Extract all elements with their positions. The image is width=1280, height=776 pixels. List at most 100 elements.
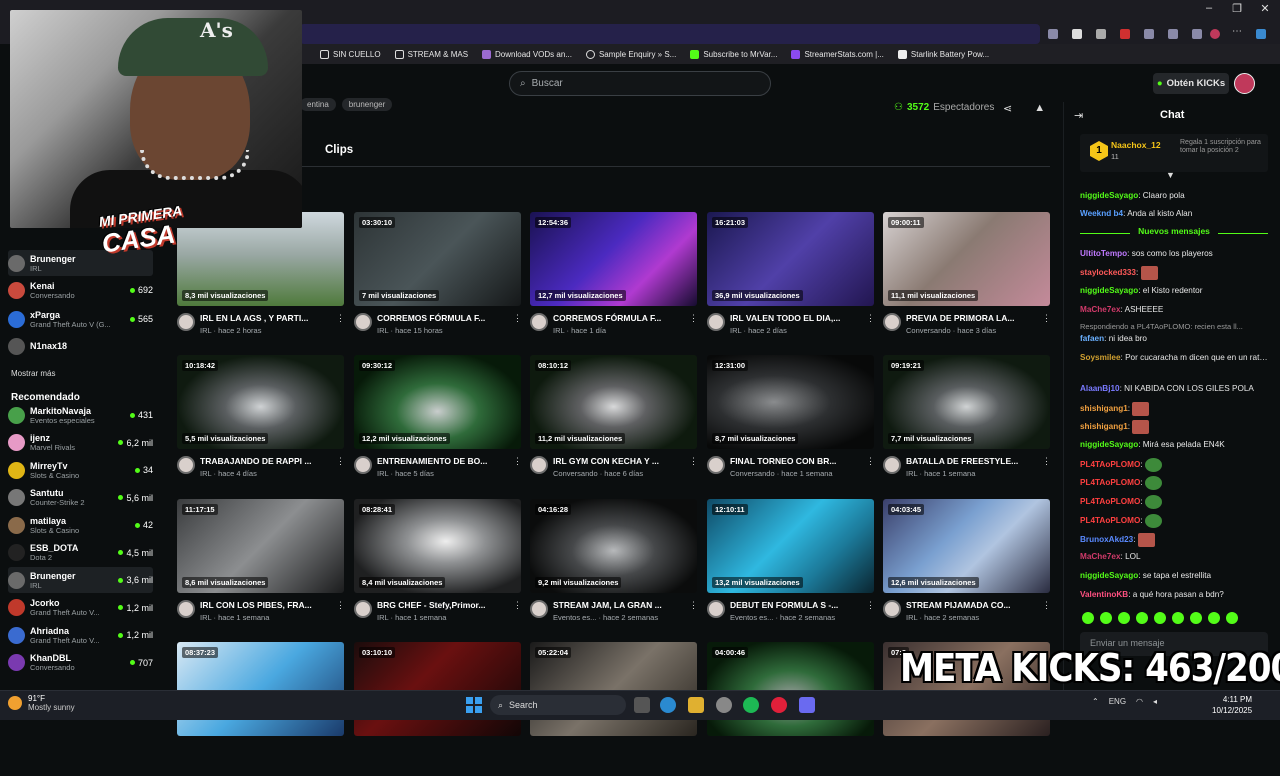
- clip-card[interactable]: 04:16:28 9,2 mil visualizaciones STREAM JA…: [530, 499, 698, 633]
- clip-title[interactable]: BRG CHEF - Stefy,Primor...: [377, 600, 508, 610]
- chat-emote-icon[interactable]: [1140, 266, 1158, 280]
- expand-chevron-icon[interactable]: ▼: [1166, 170, 1175, 180]
- clip-card[interactable]: 8,3 mil visualizaciones IRL EN LA AGS , Y…: [177, 212, 345, 346]
- emote-icon[interactable]: [1190, 612, 1202, 624]
- clip-category[interactable]: IRL: [377, 613, 388, 622]
- clip-thumbnail[interactable]: 09:19:21 7,7 mil visualizaciones: [883, 355, 1050, 449]
- clip-thumbnail[interactable]: 05:22:04: [530, 642, 697, 736]
- share-icon[interactable]: ⋖: [1003, 102, 1012, 115]
- chat-username[interactable]: niggideSayago: [1080, 571, 1138, 580]
- clip-category[interactable]: Conversando: [906, 326, 951, 335]
- clip-title[interactable]: CORREMOS FÓRMULA F...: [377, 313, 508, 323]
- more-options-icon[interactable]: ⋮: [513, 600, 522, 622]
- extension-icon[interactable]: [1144, 29, 1154, 39]
- more-options-icon[interactable]: ⋮: [866, 313, 875, 335]
- profile-avatar-icon[interactable]: [1210, 29, 1220, 39]
- clip-category[interactable]: IRL: [730, 326, 741, 335]
- sidebar-channel[interactable]: KhanDBL Conversando 707: [8, 650, 153, 676]
- clip-thumbnail[interactable]: 04:16:28 9,2 mil visualizaciones: [530, 499, 697, 593]
- clip-card[interactable]: 12:31:00 8,7 mil visualizaciones FINAL TOR…: [707, 355, 875, 489]
- clip-category[interactable]: IRL: [377, 469, 388, 478]
- clip-card[interactable]: 16:21:03 36,9 mil visualizaciones IRL VALE…: [707, 212, 875, 346]
- clip-card[interactable]: 12:10:11 13,2 mil visualizaciones DEBUT EN…: [707, 499, 875, 633]
- chat-username[interactable]: staylocked333: [1080, 268, 1136, 277]
- clip-thumbnail[interactable]: 12:54:36 12,7 mil visualizaciones: [530, 212, 697, 306]
- chat-username[interactable]: ValentinoKB: [1080, 590, 1128, 599]
- clip-category[interactable]: Eventos es...: [730, 613, 773, 622]
- clip-title[interactable]: IRL VALEN TODO EL DIA,...: [730, 313, 861, 323]
- sidebar-channel[interactable]: ijenz Marvel Rivals 6,2 mil: [8, 430, 153, 456]
- clip-card[interactable]: 10:18:42 5,5 mil visualizaciones TRABAJAND…: [177, 355, 345, 489]
- chat-emote-icon[interactable]: [1144, 458, 1162, 472]
- more-options-icon[interactable]: ⋮: [513, 456, 522, 478]
- clip-thumbnail[interactable]: 08:28:41 8,4 mil visualizaciones: [354, 499, 521, 593]
- bookmark-item[interactable]: SIN CUELLO: [320, 49, 381, 59]
- chevron-up-icon[interactable]: ⌃: [1092, 697, 1099, 706]
- more-options-icon[interactable]: ⋮: [689, 456, 698, 478]
- clip-thumbnail[interactable]: 11:17:15 8,6 mil visualizaciones: [177, 499, 344, 593]
- wifi-icon[interactable]: ◠: [1136, 697, 1143, 706]
- clip-thumbnail[interactable]: 09:30:12 12,2 mil visualizaciones: [354, 355, 521, 449]
- sidebar-channel[interactable]: Santutu Counter-Strike 2 5,6 mil: [8, 485, 153, 511]
- edge-icon[interactable]: [660, 697, 676, 713]
- creator-avatar[interactable]: [530, 313, 548, 331]
- copilot-icon[interactable]: [1256, 29, 1266, 39]
- emote-icon[interactable]: [1082, 612, 1094, 624]
- chat-emote-icon[interactable]: [1137, 533, 1155, 547]
- sidebar-channel[interactable]: ESB_DOTA Dota 2 4,5 mil: [8, 540, 153, 566]
- file-explorer-icon[interactable]: [688, 697, 704, 713]
- chat-username[interactable]: PL4TAoPLOMO: [1080, 460, 1140, 469]
- obs-icon[interactable]: [716, 697, 732, 713]
- emote-icon[interactable]: [1136, 612, 1148, 624]
- clip-thumbnail[interactable]: 04:03:45 12,6 mil visualizaciones: [883, 499, 1050, 593]
- more-options-icon[interactable]: ⋮: [1042, 313, 1051, 335]
- creator-avatar[interactable]: [530, 456, 548, 474]
- creator-avatar[interactable]: [883, 456, 901, 474]
- clip-card[interactable]: 03:30:10 7 mil visualizaciones CORREMOS FÓ…: [354, 212, 522, 346]
- bookmark-item[interactable]: STREAM & MAS: [394, 49, 468, 59]
- chat-emote-icon[interactable]: [1144, 476, 1162, 490]
- creator-avatar[interactable]: [354, 600, 372, 618]
- emote-icon[interactable]: [1100, 612, 1112, 624]
- chat-username[interactable]: Soysmilee: [1080, 353, 1121, 362]
- extension-icon[interactable]: [1168, 29, 1178, 39]
- extension-icon[interactable]: [1096, 29, 1106, 39]
- new-messages-divider[interactable]: Nuevos mensajes: [1080, 226, 1268, 240]
- clip-card[interactable]: 09:30:12 12,2 mil visualizaciones ENTRENAM…: [354, 355, 522, 489]
- start-button[interactable]: [466, 697, 482, 713]
- clip-thumbnail[interactable]: 16:21:03 36,9 mil visualizaciones: [707, 212, 874, 306]
- more-options-icon[interactable]: ⋮: [866, 456, 875, 478]
- clip-title[interactable]: BATALLA DE FREESTYLE...: [906, 456, 1037, 466]
- minimize-button[interactable]: –: [1198, 2, 1220, 14]
- sidebar-channel[interactable]: N1nax18: [8, 333, 153, 359]
- clip-title[interactable]: IRL EN LA AGS , Y PARTI...: [200, 313, 331, 323]
- clip-title[interactable]: PREVIA DE PRIMORA LA...: [906, 313, 1037, 323]
- clip-category[interactable]: IRL: [200, 326, 211, 335]
- chat-emote-icon[interactable]: [1144, 495, 1162, 509]
- creator-avatar[interactable]: [707, 456, 725, 474]
- clip-card[interactable]: 09:00:11 11,1 mil visualizaciones PREVIA D…: [883, 212, 1051, 346]
- more-options-icon[interactable]: ⋮: [866, 600, 875, 622]
- bookmark-item[interactable]: StreamerStats.com |...: [791, 49, 884, 59]
- clip-thumbnail[interactable]: 10:18:42 5,5 mil visualizaciones: [177, 355, 344, 449]
- extension-icon[interactable]: [1120, 29, 1130, 39]
- sidebar-channel[interactable]: Ahriadna Grand Theft Auto V... 1,2 mil: [8, 622, 153, 648]
- chat-username[interactable]: PL4TAoPLOMO: [1080, 516, 1140, 525]
- browser-menu-icon[interactable]: ⋯: [1232, 26, 1242, 37]
- emote-icon[interactable]: [1208, 612, 1220, 624]
- clip-title[interactable]: IRL GYM CON KECHA Y ...: [553, 456, 684, 466]
- chat-username[interactable]: niggideSayago: [1080, 191, 1138, 200]
- app-icon[interactable]: [771, 697, 787, 713]
- chat-username[interactable]: shishigang1: [1080, 422, 1128, 431]
- clip-title[interactable]: ENTRENAMIENTO DE BO...: [377, 456, 508, 466]
- chat-username[interactable]: niggideSayago: [1080, 440, 1138, 449]
- subscriber-leaderboard[interactable]: 1 Naachox_12 11 Regala 1 suscripción par…: [1080, 134, 1268, 172]
- get-kicks-button[interactable]: ● Obtén KICKs: [1153, 73, 1229, 94]
- chat-emote-icon[interactable]: [1144, 514, 1162, 528]
- clip-card[interactable]: 08:10:12 11,2 mil visualizaciones IRL GYM …: [530, 355, 698, 489]
- clip-category[interactable]: IRL: [553, 326, 564, 335]
- more-options-icon[interactable]: ⋮: [1042, 600, 1051, 622]
- favorites-icon[interactable]: [1192, 29, 1202, 39]
- user-avatar[interactable]: [1234, 73, 1255, 94]
- clip-card[interactable]: 09:19:21 7,7 mil visualizaciones BATALLA D…: [883, 355, 1051, 489]
